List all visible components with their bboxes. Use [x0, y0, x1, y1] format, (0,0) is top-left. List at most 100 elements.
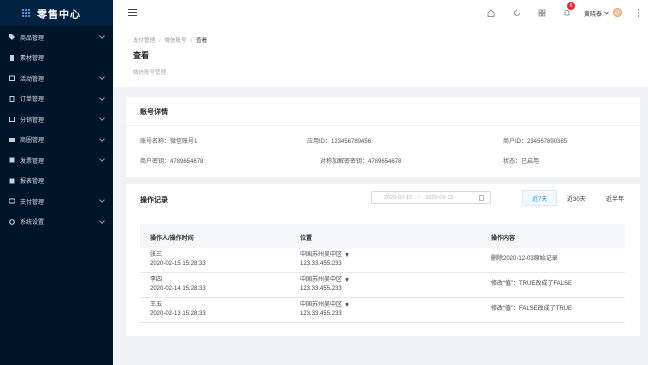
sidebar-item-label: 报表管理 — [20, 179, 45, 186]
sidebar-item-label: 活动管理 — [20, 76, 45, 83]
sidebar-item-business-circle[interactable]: 商圈管理 — [0, 130, 113, 151]
ip-address: 123.33.455.233 — [300, 286, 342, 292]
range-30-days[interactable]: 近30天 — [557, 190, 596, 206]
app-grid-icon[interactable] — [22, 8, 31, 18]
home-icon[interactable] — [487, 9, 495, 17]
calendar-icon — [9, 75, 15, 82]
chevron-down-icon — [99, 94, 105, 101]
sidebar-item-payment[interactable]: 支付管理 — [0, 191, 113, 212]
operator-name: 李四 — [150, 277, 163, 283]
merchant-id: 商户ID：234567890365 — [503, 139, 568, 145]
map-pin-icon — [345, 277, 349, 282]
user-name[interactable]: 黄晓泰 — [584, 9, 602, 18]
calendar-icon — [479, 195, 484, 201]
bell-icon[interactable] — [563, 9, 571, 17]
sidebar-item-settings[interactable]: 系统设置 — [0, 212, 113, 233]
merchant-key: 商户密钥：4789654678 — [140, 159, 204, 165]
table-header: 操作人/操作时间 位置 操作内容 — [140, 224, 625, 248]
file-icon — [10, 54, 14, 61]
chevron-down-icon — [99, 197, 105, 203]
sidebar-item-label: 支付管理 — [20, 199, 45, 206]
more-icon[interactable] — [637, 9, 640, 17]
apps-icon[interactable] — [538, 9, 546, 17]
receipt-icon — [9, 95, 15, 102]
operation-content: 修改“值”：FALSE改成了TRUE — [491, 306, 573, 312]
operation-content: 修改“值”：TRUE改成了FALSE — [491, 281, 573, 287]
symmetric-key: 对称加解密密钥：4789654678 — [320, 159, 402, 165]
column-header: 操作人/操作时间 — [150, 236, 194, 242]
sidebar-menu: 商品管理 素材管理 活动管理 订单管理 分销管理 商圈管理 发票管理 报表管理 … — [0, 27, 113, 232]
card-title: 账号详情 — [140, 109, 168, 116]
location-text: 中国苏州吴中区 — [300, 302, 343, 308]
invoice-icon — [9, 157, 15, 163]
app-id: 应用ID：123456789456 — [307, 139, 372, 145]
operation-time: 2020-02-14 15:28:33 — [150, 286, 206, 292]
date-start: 2020-02-15 — [384, 194, 413, 201]
sidebar-item-label: 系统设置 — [20, 220, 45, 227]
sidebar-item-label: 商品管理 — [20, 35, 45, 42]
sidebar-item-orders[interactable]: 订单管理 — [0, 89, 113, 110]
avatar[interactable] — [613, 8, 622, 17]
sidebar-item-report[interactable]: 报表管理 — [0, 171, 113, 192]
breadcrumb-item[interactable]: 支付管理 — [133, 38, 155, 44]
top-header: 6 黄晓泰 — [113, 0, 648, 26]
sidebar-item-invoice[interactable]: 发票管理 — [0, 150, 113, 171]
table-row: 张三 2020-02-15 15:28:33 中国苏州吴中区 123.33.45… — [140, 248, 625, 273]
card-title: 操作记录 — [140, 197, 168, 204]
ip-address: 123.33.455.233 — [300, 261, 342, 267]
brand: 零售中心 — [0, 0, 113, 26]
operation-log-card: 操作记录 2020-02-15 ~2020-02-15 近7天 近30天 近半年 … — [126, 184, 640, 336]
breadcrumb-current: 查看 — [196, 38, 208, 44]
sidebar-item-distribution[interactable]: 分销管理 — [0, 109, 113, 130]
divider — [126, 125, 640, 126]
chevron-down-icon[interactable] — [604, 11, 609, 15]
status: 状态：已启用 — [503, 156, 539, 165]
menu-toggle-icon[interactable] — [128, 9, 137, 16]
page-header: 支付管理 / 微信账号 / 查看 查看 微信账号管理 — [113, 26, 648, 87]
chevron-down-icon — [99, 115, 105, 121]
map-pin-icon — [345, 252, 349, 257]
chevron-down-icon — [99, 74, 105, 80]
share-icon — [9, 117, 15, 123]
operation-time: 2020-02-15 15:28:33 — [150, 261, 206, 267]
breadcrumb-item[interactable]: 微信账号 — [165, 38, 187, 44]
range-half-year[interactable]: 近半年 — [596, 190, 634, 206]
chevron-down-icon — [99, 135, 105, 142]
status-label: 状态： — [503, 159, 522, 165]
sidebar-item-label: 素材管理 — [20, 56, 45, 63]
chevron-down-icon — [99, 33, 105, 39]
column-header: 操作内容 — [491, 236, 516, 242]
range-7-days[interactable]: 近7天 — [522, 190, 558, 206]
operation-content: 删除2020-12-03原始记录 — [491, 256, 558, 262]
table-row: 王五 2020-02-13 15:28:33 中国苏州吴中区 123.33.45… — [140, 298, 625, 323]
store-icon — [9, 137, 15, 142]
location: 中国苏州吴中区 — [300, 301, 349, 310]
account-name: 账号名称：微信账号1 — [140, 139, 198, 145]
location-text: 中国苏州吴中区 — [300, 252, 343, 258]
location-text: 中国苏州吴中区 — [300, 277, 343, 283]
map-pin-icon — [345, 302, 349, 307]
breadcrumb: 支付管理 / 微信账号 / 查看 — [133, 38, 208, 44]
sidebar-item-label: 订单管理 — [20, 97, 45, 104]
operator-name: 王五 — [150, 302, 163, 308]
location: 中国苏州吴中区 — [300, 251, 349, 260]
page-subtitle: 微信账号管理 — [133, 70, 167, 76]
ip-address: 123.33.455.233 — [300, 311, 342, 317]
account-details-card: 账号详情 账号名称：微信账号1 应用ID：123456789456 商户ID：2… — [126, 97, 640, 177]
column-header: 位置 — [300, 236, 313, 242]
sidebar-item-activity[interactable]: 活动管理 — [0, 68, 113, 89]
report-icon — [9, 178, 15, 184]
gear-icon — [9, 218, 15, 225]
sidebar-item-label: 发票管理 — [20, 158, 45, 165]
card-icon — [9, 198, 15, 204]
tag-icon — [9, 34, 15, 41]
chevron-down-icon — [99, 217, 105, 224]
date-separator: ~ — [417, 194, 421, 201]
app-title: 零售中心 — [37, 9, 81, 21]
chevron-down-icon — [99, 156, 105, 162]
sidebar-item-material[interactable]: 素材管理 — [0, 48, 113, 69]
sidebar-item-label: 分销管理 — [20, 117, 45, 124]
sidebar-item-goods[interactable]: 商品管理 — [0, 27, 113, 48]
refresh-icon[interactable] — [513, 9, 521, 17]
date-range-picker[interactable]: 2020-02-15 ~2020-02-15 — [371, 191, 491, 204]
